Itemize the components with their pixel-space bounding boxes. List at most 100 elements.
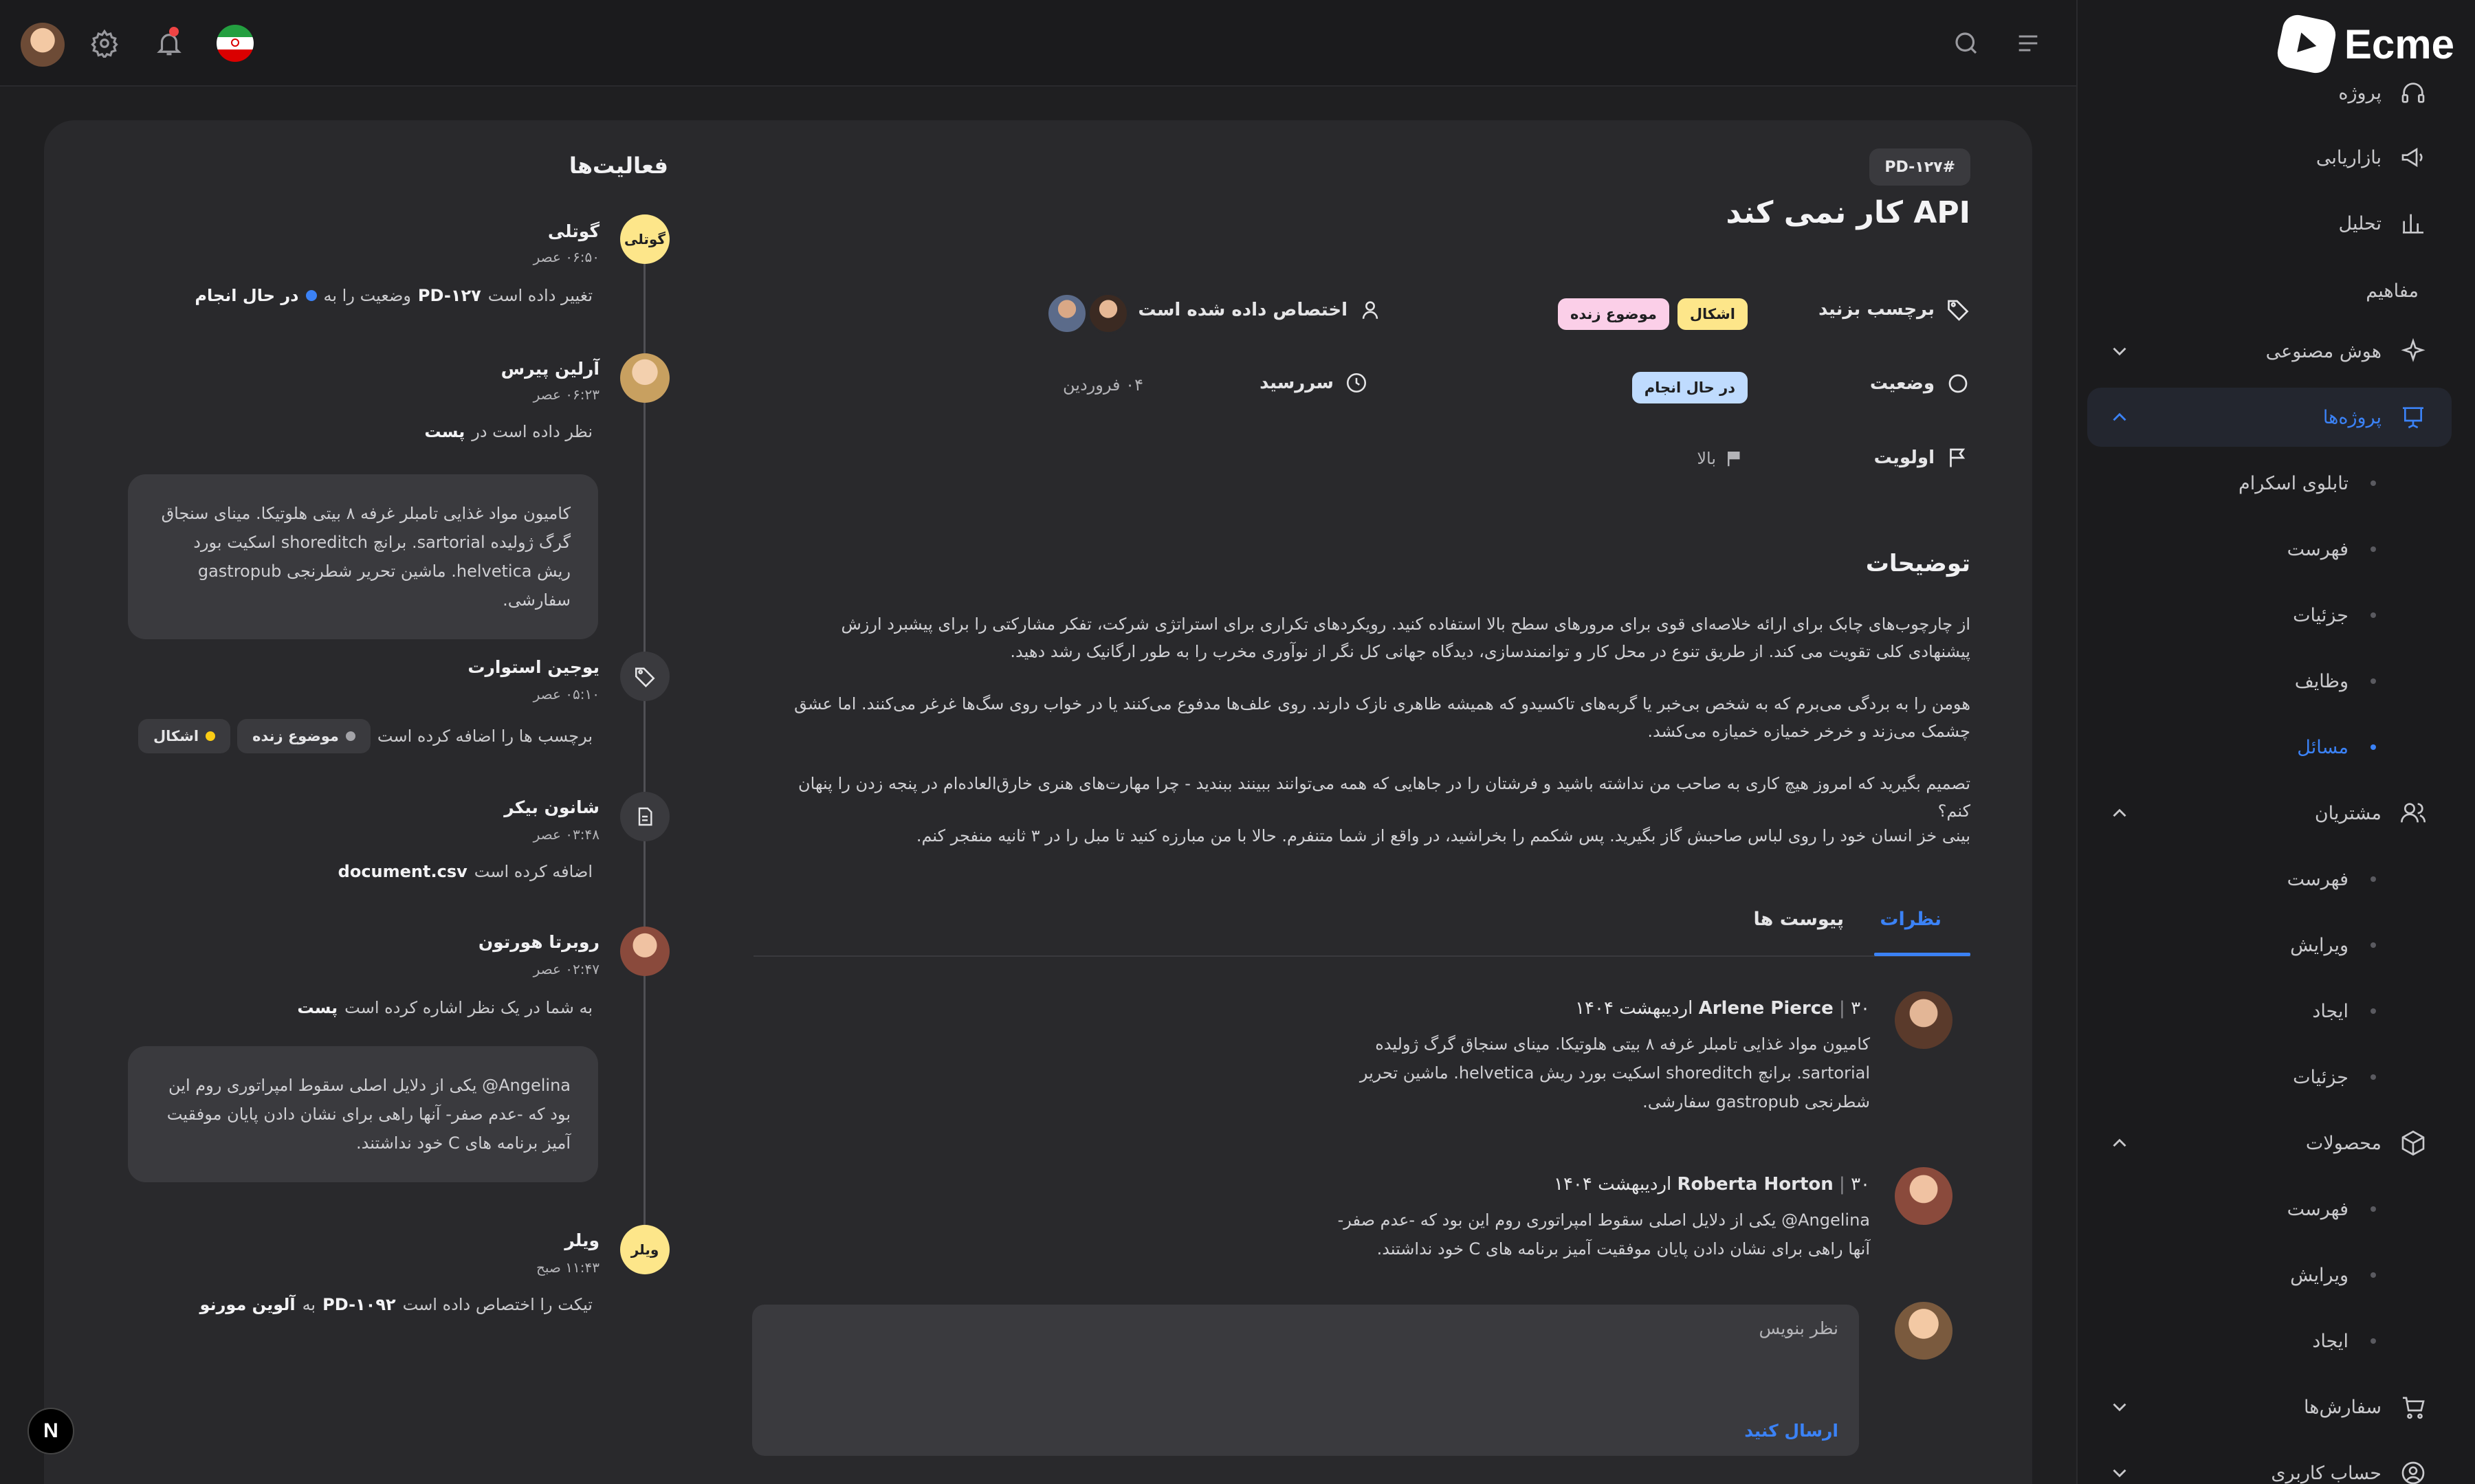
- sidebar-item-analytics[interactable]: تحلیل: [2087, 194, 2452, 253]
- send-comment-button[interactable]: ارسال کنید: [1744, 1421, 1838, 1441]
- comment-author[interactable]: Roberta Horton: [1678, 1174, 1834, 1195]
- status-badge[interactable]: در حال انجام: [1631, 372, 1748, 403]
- language-button[interactable]: [214, 23, 256, 64]
- bullet-dot: [2370, 1206, 2376, 1212]
- due-value: ۰۴ فروردین: [1063, 375, 1143, 395]
- activity-avatar[interactable]: [620, 353, 670, 403]
- activity-ref[interactable]: PD-۱۲۷: [418, 286, 481, 305]
- presentation-icon: [2397, 401, 2430, 434]
- activity-ref[interactable]: پست: [297, 998, 338, 1017]
- sidebar-item-orders[interactable]: سفارش‌ها: [2087, 1377, 2452, 1437]
- flag-icon: [1950, 448, 1966, 467]
- tag-live-issue[interactable]: موضوع زنده: [237, 719, 371, 753]
- menu-toggle-button[interactable]: [2008, 23, 2049, 64]
- assignee-avatar: [1046, 293, 1088, 334]
- menu-icon: [2018, 35, 2038, 52]
- comment-composer[interactable]: نظر بنویس ارسال کنید: [752, 1305, 1859, 1456]
- comment-body: کامیون مواد غذایی تامبلر غرفه ۸ بیتی هلو…: [1359, 1034, 1870, 1111]
- sidebar-section-concepts: مفاهیم: [2366, 280, 2419, 302]
- tag-live-issue[interactable]: موضوع زنده: [1558, 298, 1669, 330]
- chevron-up-icon: [2113, 412, 2126, 421]
- bullet-dot: [2370, 1272, 2376, 1278]
- activity-time: ۰۶:۵۰ عصر: [533, 249, 600, 265]
- tag-dot: [345, 731, 355, 741]
- sidebar-sub-list[interactable]: فهرست: [2087, 520, 2452, 579]
- sidebar-sub-product-edit[interactable]: ویرایش: [2087, 1245, 2452, 1305]
- activity-value[interactable]: آلوین مورنو: [200, 1295, 296, 1314]
- activity-avatar[interactable]: ویلر: [620, 1225, 670, 1274]
- comment-avatar[interactable]: [1895, 1167, 1952, 1225]
- settings-button[interactable]: [84, 23, 125, 64]
- notifications-button[interactable]: [148, 23, 190, 64]
- activity-user[interactable]: ویلر: [564, 1230, 600, 1250]
- tag-bug[interactable]: اشکال: [1677, 298, 1748, 330]
- nextjs-dev-button[interactable]: N: [28, 1408, 74, 1454]
- comment-input-placeholder[interactable]: نظر بنویس: [1759, 1318, 1838, 1338]
- sidebar-item-customers[interactable]: مشتریان: [2087, 784, 2452, 843]
- tabs-divider: [754, 955, 1970, 957]
- sidebar-item-label: مشتریان: [2314, 802, 2382, 824]
- description-title: توضیحات: [1865, 550, 1970, 577]
- activity-user[interactable]: روبرتا هورتون: [478, 932, 600, 952]
- current-user-avatar: [1895, 1302, 1952, 1360]
- user-circle-icon: [2397, 1457, 2430, 1484]
- sidebar-item-ai[interactable]: هوش مصنوعی: [2087, 322, 2452, 381]
- sidebar-sub-customer-edit[interactable]: ویرایش: [2087, 916, 2452, 975]
- sidebar-sub-customer-details[interactable]: جزئیات: [2087, 1048, 2452, 1107]
- bar-chart-icon: [2397, 207, 2430, 240]
- activity-user[interactable]: یوجین استوارت: [468, 657, 600, 677]
- status-field: وضعیت: [1870, 371, 1970, 396]
- activity-avatar[interactable]: [620, 927, 670, 976]
- priority-value[interactable]: بالا: [1697, 448, 1745, 469]
- sidebar-sub-product-create[interactable]: ایجاد: [2087, 1311, 2452, 1371]
- activity-text: تیکت را اختصاص داده است PD-۱۰۹۲ به آلوین…: [200, 1295, 593, 1314]
- assignee-avatars[interactable]: [1046, 293, 1129, 334]
- ticket-title: API کار نمی کند: [1726, 195, 1970, 230]
- megaphone-icon: [2397, 141, 2430, 174]
- tag-bug[interactable]: اشکال: [138, 719, 231, 753]
- activity-action: تیکت را اختصاص داده است: [402, 1295, 593, 1314]
- cart-icon: [2397, 1391, 2430, 1424]
- activity-ref[interactable]: پست: [424, 422, 465, 441]
- activity-user[interactable]: آرلین پیرس: [501, 359, 600, 379]
- tab-attachments[interactable]: پیوست ها: [1754, 909, 1844, 930]
- sidebar-sub-issues[interactable]: مسائل: [2087, 718, 2452, 777]
- due-field: سررسید: [1260, 371, 1368, 395]
- activity-avatar: [620, 652, 670, 701]
- sidebar-sub-details[interactable]: جزئیات: [2087, 586, 2452, 645]
- sidebar-sub-customer-list[interactable]: فهرست: [2087, 850, 2452, 909]
- activity-text: تغییر داده است PD-۱۲۷ وضعیت را به در حال…: [195, 286, 593, 305]
- tab-comments[interactable]: نظرات: [1880, 909, 1942, 930]
- comment-avatar[interactable]: [1895, 991, 1952, 1049]
- activity-action: اضافه کرده است: [474, 862, 593, 881]
- description-paragraph: هومن را به بردگی می‌برم که به شخص بی‌خبر…: [794, 694, 1970, 741]
- sidebar-item-projects[interactable]: پروژه‌ها: [2087, 388, 2452, 447]
- sidebar-item-account[interactable]: حساب کاربری: [2087, 1443, 2452, 1484]
- pill-label: اشکال: [153, 728, 199, 744]
- sidebar-item-label: تحلیل: [2338, 212, 2382, 234]
- headset-icon: [2397, 76, 2430, 109]
- activity-time: ۰۵:۱۰ عصر: [533, 686, 600, 702]
- activity-avatar[interactable]: گوتلی: [620, 214, 670, 264]
- activity-ref[interactable]: PD-۱۰۹۲: [322, 1295, 396, 1314]
- bullet-dot: [2370, 480, 2376, 486]
- activity-ref[interactable]: document.csv: [338, 862, 468, 881]
- priority-text: بالا: [1697, 449, 1716, 468]
- comment-header: Arlene Pierce | ۳۰ اردیبهشت ۱۴۰۴: [1575, 998, 1870, 1019]
- user-avatar[interactable]: [21, 23, 65, 67]
- activity-user[interactable]: شانون بیکر: [504, 797, 600, 817]
- sidebar-sub-product-list[interactable]: فهرست: [2087, 1180, 2452, 1239]
- sidebar-sub-customer-create[interactable]: ایجاد: [2087, 982, 2452, 1041]
- pill-label: موضوع زنده: [252, 728, 339, 744]
- sidebar-sub-tasks[interactable]: وظایف: [2087, 652, 2452, 711]
- comment-author[interactable]: Arlene Pierce: [1699, 998, 1834, 1019]
- sidebar-item-project[interactable]: پروژه: [2087, 63, 2452, 122]
- activity-user[interactable]: گوتلی: [548, 221, 600, 241]
- sidebar-item-marketing[interactable]: بازاریابی: [2087, 128, 2452, 187]
- sidebar-sub-label: ویرایش: [2290, 1264, 2348, 1286]
- sidebar-sub-scrum-board[interactable]: تابلوی اسکرام: [2087, 454, 2452, 513]
- sidebar-item-products[interactable]: محصولات: [2087, 1114, 2452, 1173]
- chevron-up-icon: [2113, 808, 2126, 817]
- search-button[interactable]: [1946, 23, 1987, 64]
- status-label: وضعیت: [1869, 373, 1935, 394]
